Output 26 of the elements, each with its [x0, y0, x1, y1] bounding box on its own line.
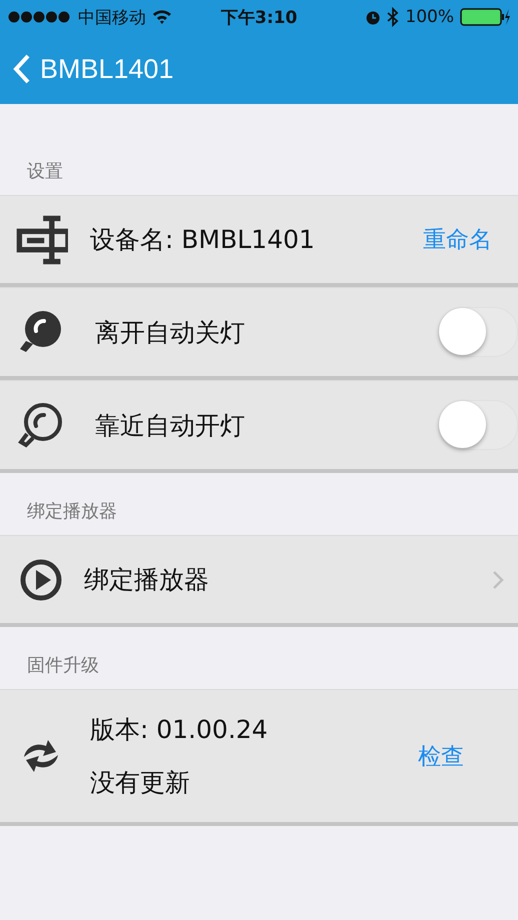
battery-icon — [460, 8, 510, 26]
rename-link[interactable]: 重命名 — [423, 224, 504, 255]
back-icon[interactable] — [12, 53, 32, 85]
alarm-icon — [365, 9, 382, 25]
chevron-icon — [492, 570, 504, 590]
toggle-switch[interactable] — [438, 400, 518, 450]
settings-row[interactable]: 绑定播放器 — [0, 535, 518, 627]
section-header: 绑定播放器 — [27, 500, 117, 523]
row-label: 靠近自动开灯 — [94, 410, 246, 442]
signal-icon — [8, 11, 72, 23]
carrier-text: 中国移动 — [78, 6, 146, 28]
row-label: 绑定播放器 — [84, 564, 210, 596]
section-header: 固件升级 — [27, 654, 99, 677]
toggle-switch[interactable] — [438, 307, 518, 357]
wifi-icon — [152, 9, 172, 25]
row-text: 版本: 01.00.24 — [90, 714, 269, 746]
nav-title: BMBL1401 — [40, 54, 174, 84]
bluetooth-icon — [387, 7, 400, 27]
row-label: 离开自动关灯 — [94, 316, 246, 348]
battery-text: 100% — [405, 7, 454, 27]
row-label: 设备名: BMBL1401 — [90, 224, 316, 256]
clock-text: 下午3:10 — [220, 6, 298, 28]
rename-icon — [14, 212, 68, 266]
row-text: 没有更新 — [90, 767, 191, 799]
check-link[interactable]: 检查 — [418, 740, 504, 772]
section-header: 设置 — [27, 160, 63, 183]
